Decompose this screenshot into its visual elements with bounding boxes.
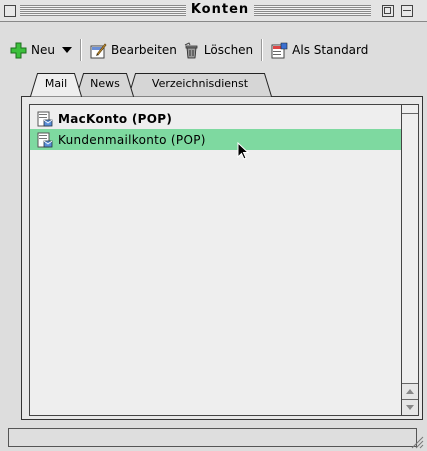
- scrollbar-top: [402, 105, 418, 114]
- tab-directory[interactable]: Verzeichnisdienst: [128, 73, 272, 97]
- account-list-rows: MacKonto (POP) Kundenmailkonto (POP): [30, 105, 401, 415]
- delete-button-label: Löschen: [203, 43, 254, 57]
- default-account-icon: [271, 42, 288, 59]
- zoom-box[interactable]: [382, 5, 394, 17]
- collapse-box[interactable]: [401, 5, 413, 17]
- title-stripes-right: [254, 5, 371, 16]
- mail-account-icon: [37, 132, 53, 147]
- edit-button-label: Bearbeiten: [110, 43, 177, 57]
- tab-mail-label: Mail: [44, 77, 68, 90]
- status-bar: [8, 428, 417, 447]
- plus-icon: [10, 42, 27, 59]
- account-name: MacKonto (POP): [58, 111, 173, 126]
- new-button-label: Neu: [31, 43, 55, 57]
- accounts-window: Konten Neu Bearbeiten Löschen Als Standa…: [0, 0, 427, 451]
- mouse-pointer-icon: [237, 142, 250, 160]
- title-stripes-left: [20, 5, 186, 16]
- set-default-button-label: Als Standard: [292, 43, 369, 57]
- new-button[interactable]: Neu: [7, 37, 75, 63]
- title-bar[interactable]: Konten: [0, 0, 427, 22]
- window-title: Konten: [190, 2, 250, 17]
- account-list[interactable]: MacKonto (POP) Kundenmailkonto (POP): [29, 104, 419, 416]
- tab-mail[interactable]: Mail: [30, 73, 82, 97]
- delete-button[interactable]: Löschen: [180, 37, 256, 63]
- tab-news[interactable]: News: [76, 73, 134, 97]
- list-item[interactable]: MacKonto (POP): [30, 108, 401, 129]
- account-name: Kundenmailkonto (POP): [58, 132, 206, 147]
- set-default-button[interactable]: Als Standard: [268, 37, 371, 63]
- resize-grip-icon[interactable]: [406, 433, 424, 449]
- toolbar: Neu Bearbeiten Löschen Als Standard: [7, 35, 417, 65]
- vertical-scrollbar[interactable]: [401, 105, 418, 415]
- close-box[interactable]: [4, 5, 16, 17]
- tab-news-label: News: [90, 77, 120, 90]
- scroll-down-arrow-icon[interactable]: [402, 399, 418, 415]
- tab-directory-label: Verzeichnisdienst: [151, 77, 249, 90]
- scroll-up-arrow-icon[interactable]: [402, 383, 418, 399]
- mail-account-icon: [37, 111, 53, 126]
- edit-icon: [90, 42, 107, 59]
- list-item[interactable]: Kundenmailkonto (POP): [30, 129, 401, 150]
- edit-button[interactable]: Bearbeiten: [87, 37, 180, 63]
- toolbar-separator: [79, 39, 82, 61]
- dropdown-arrow-icon[interactable]: [61, 47, 72, 53]
- tab-panel: MacKonto (POP) Kundenmailkonto (POP): [21, 96, 423, 420]
- toolbar-separator: [261, 39, 264, 61]
- trash-icon: [183, 41, 200, 59]
